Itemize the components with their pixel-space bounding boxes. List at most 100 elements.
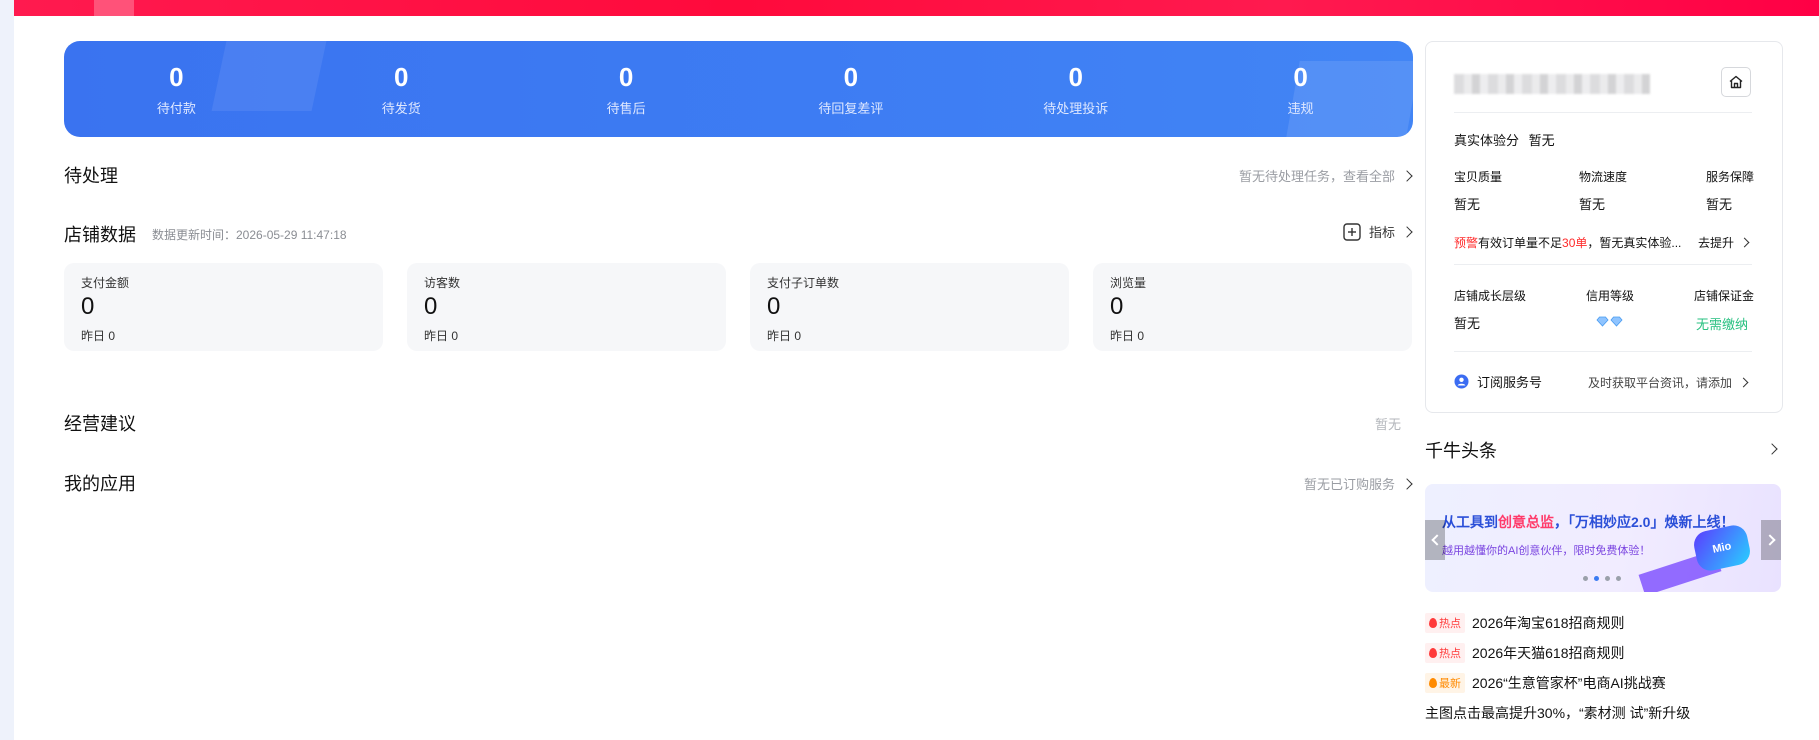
update-time: 数据更新时间：2026-05-29 11:47:18 (152, 228, 347, 242)
carousel-prev-button[interactable] (1425, 520, 1445, 560)
warning-text: 有效订单量不足 (1478, 236, 1563, 250)
plus-square-icon (1343, 222, 1361, 241)
chevron-left-icon (1430, 534, 1443, 546)
shop-home-button[interactable] (1721, 67, 1751, 97)
stat-pending-aftersale[interactable]: 0 待售后 (514, 41, 739, 137)
stat-value: 0 (1293, 61, 1308, 92)
new-tag: 最新 (1425, 673, 1465, 693)
metric-card-pageviews[interactable]: 浏览量 0 昨日 0 (1093, 263, 1412, 351)
carousel-dot[interactable] (1583, 576, 1588, 581)
stat-pending-complaint[interactable]: 0 待处理投诉 (963, 41, 1188, 137)
metric-yesterday: 昨日 0 (1110, 329, 1145, 343)
news-text: 2026“生意管家杯”电商AI挑战赛 (1472, 675, 1666, 691)
stat-pending-bad-review[interactable]: 0 待回复差评 (738, 41, 963, 137)
metric-card-visitors[interactable]: 访客数 0 昨日 0 (407, 263, 726, 351)
subscribe-label: 订阅服务号 (1477, 375, 1543, 390)
metric-card-suborders[interactable]: 支付子订单数 0 昨日 0 (750, 263, 1069, 351)
stat-value: 0 (618, 61, 634, 92)
pending-view-all-link[interactable]: 暂无待处理任务，查看全部 (1238, 166, 1413, 185)
metric-value: 0 (81, 293, 95, 320)
flame-icon (1429, 678, 1437, 688)
subscribe-service-account[interactable]: 订阅服务号 (1454, 372, 1542, 391)
divider (1454, 351, 1752, 352)
apps-link-text: 暂无已订购服务 (1303, 477, 1395, 492)
banner-headline: 从工具到创意总监，「万相妙应2.0」焕新上线！ (1442, 512, 1734, 532)
carousel-dot-active[interactable] (1594, 576, 1599, 581)
metric-label: 访客数 (424, 276, 461, 290)
stat-pending-shipment[interactable]: 0 待发货 (289, 41, 514, 137)
metric-value: 0 (1110, 293, 1124, 320)
top-banner[interactable] (14, 0, 1819, 16)
metric-label: 支付金额 (81, 276, 130, 290)
stat-label: 待售后 (606, 100, 646, 116)
advice-title: 经营建议 (64, 414, 136, 434)
carousel-next-button[interactable] (1761, 520, 1781, 560)
score-label: 宝贝质量 (1454, 170, 1503, 184)
chevron-right-icon (1738, 377, 1749, 388)
banner-subtitle: 越用越懂你的AI创意伙伴，限时免费体验！ (1442, 545, 1651, 557)
flame-icon (1429, 648, 1437, 658)
chevron-right-icon (1401, 225, 1413, 238)
chevron-right-icon (1739, 237, 1750, 248)
indicator-label: 指标 (1368, 225, 1395, 240)
level-label: 店铺保证金 (1694, 289, 1755, 303)
level-label: 店铺成长层级 (1454, 289, 1527, 303)
metric-label: 支付子订单数 (767, 276, 840, 290)
score-label: 物流速度 (1579, 170, 1628, 184)
stat-label: 待回复差评 (818, 100, 884, 116)
metric-yesterday: 昨日 0 (81, 329, 116, 343)
stat-violation[interactable]: 0 违规 (1188, 41, 1413, 137)
left-rail (0, 0, 14, 740)
warning-highlight: 30单 (1562, 236, 1588, 250)
apps-link[interactable]: 暂无已订购服务 (1303, 474, 1413, 493)
shop-info-card: 真实体验分 暂无 宝贝质量 暂无 物流速度 暂无 服务保障 暂无 预警有效订单量… (1425, 41, 1783, 413)
metric-value: 0 (424, 293, 438, 320)
user-circle-icon (1454, 374, 1469, 389)
score-label: 服务保障 (1706, 170, 1755, 184)
tag-text: 最新 (1439, 678, 1461, 690)
pending-link-text: 暂无待处理任务，查看全部 (1238, 169, 1395, 184)
warning-text: ，暂无真实体验... (1587, 236, 1682, 250)
credit-diamonds[interactable] (1596, 316, 1623, 327)
stat-value: 0 (394, 61, 409, 92)
improve-label: 去提升 (1698, 236, 1735, 250)
shop-data-title: 店铺数据 (64, 225, 136, 245)
chevron-right-icon (1401, 477, 1413, 490)
experience-score[interactable]: 真实体验分 暂无 (1454, 130, 1555, 149)
news-item[interactable]: 主图点击最高提升30%，“素材测 试”新升级 (1425, 703, 1690, 723)
flame-icon (1429, 618, 1437, 628)
stat-label: 待处理投诉 (1043, 100, 1109, 116)
carousel-dots (1583, 576, 1621, 581)
news-item[interactable]: 热点 2026年淘宝618招商规则 (1425, 613, 1625, 633)
tag-text: 热点 (1439, 648, 1461, 660)
level-label: 信用等级 (1586, 289, 1635, 303)
chevron-right-icon (1401, 169, 1413, 182)
news-item[interactable]: 热点 2026年天猫618招商规则 (1425, 643, 1625, 663)
news-item[interactable]: 最新 2026“生意管家杯”电商AI挑战赛 (1425, 673, 1666, 693)
headline-highlight: 创意总监 (1498, 514, 1554, 530)
order-stats-bar: 0 待付款 0 待发货 0 待售后 0 待回复差评 0 待处理投诉 0 违规 (64, 41, 1413, 137)
score-value: 暂无 (1706, 197, 1733, 212)
carousel-dot[interactable] (1616, 576, 1621, 581)
improve-link[interactable]: 去提升 (1698, 234, 1750, 251)
subscribe-add-link[interactable]: 及时获取平台资讯，请添加 (1588, 374, 1749, 391)
pending-title: 待处理 (64, 166, 118, 186)
headline-part: 从工具到 (1442, 514, 1498, 530)
score-value: 暂无 (1579, 197, 1606, 212)
metric-card-payment[interactable]: 支付金额 0 昨日 0 (64, 263, 383, 351)
news-banner-carousel[interactable]: Mio 从工具到创意总监，「万相妙应2.0」焕新上线！ 越用越懂你的AI创意伙伴… (1425, 484, 1781, 592)
indicator-button[interactable]: 指标 (1343, 222, 1413, 241)
news-title: 千牛头条 (1425, 441, 1497, 461)
stat-label: 待付款 (156, 100, 196, 116)
metric-label: 浏览量 (1110, 276, 1147, 290)
experience-warning: 预警有效订单量不足30单，暂无真实体验... (1454, 234, 1681, 251)
deposit-status[interactable]: 无需缴纳 (1696, 314, 1748, 333)
tag-text: 热点 (1439, 618, 1461, 630)
metric-yesterday: 昨日 0 (767, 329, 802, 343)
stat-pending-payment[interactable]: 0 待付款 (64, 41, 289, 137)
score-value: 暂无 (1454, 197, 1481, 212)
carousel-dot[interactable] (1605, 576, 1610, 581)
news-more-chevron-icon[interactable] (1766, 443, 1778, 455)
divider (1454, 112, 1752, 113)
apps-title: 我的应用 (64, 474, 136, 494)
